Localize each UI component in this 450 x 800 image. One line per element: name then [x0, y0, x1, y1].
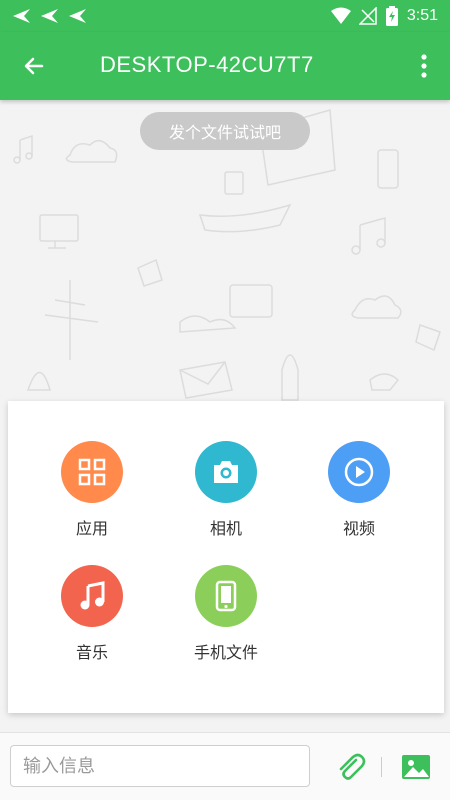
more-vert-icon [421, 54, 427, 78]
input-bar [0, 732, 450, 800]
more-options-button[interactable] [414, 48, 434, 84]
attach-apps-label: 应用 [75, 519, 108, 538]
wifi-icon [330, 7, 351, 24]
phone-icon [215, 580, 237, 612]
back-arrow-icon [24, 57, 44, 75]
paperclip-icon[interactable] [334, 751, 366, 783]
music-circle [61, 565, 123, 627]
apps-grid-icon [78, 458, 106, 486]
attach-phone-files-label: 手机文件 [193, 643, 258, 662]
video-circle [328, 441, 390, 503]
attach-camera[interactable]: 相机 [171, 441, 281, 539]
apps-circle [61, 441, 123, 503]
image-icon[interactable] [400, 751, 432, 783]
status-bar: 3:51 [0, 0, 450, 32]
attach-apps[interactable]: 应用 [37, 441, 147, 539]
music-note-icon [80, 581, 105, 610]
clock: 3:51 [406, 7, 438, 24]
attach-video-label: 视频 [342, 519, 375, 538]
attach-video[interactable]: 视频 [304, 441, 414, 539]
notification-arrow-icon [41, 9, 58, 23]
back-button[interactable] [16, 48, 52, 84]
attach-music-label: 音乐 [75, 643, 108, 662]
no-signal-icon [358, 7, 377, 25]
attach-music[interactable]: 音乐 [37, 565, 147, 663]
camera-icon [214, 461, 238, 483]
input-divider [381, 757, 382, 777]
notification-arrow-icon [69, 9, 86, 23]
phone-files-circle [195, 565, 257, 627]
notification-icons [12, 8, 88, 24]
system-icons: 3:51 [330, 6, 438, 26]
page-title: DESKTOP-42CU7T7 [100, 52, 314, 77]
play-icon [344, 457, 374, 487]
notification-arrow-icon [13, 9, 30, 23]
hint-pill: 发个文件试试吧 [140, 112, 310, 150]
battery-icon [385, 6, 398, 26]
attach-camera-label: 相机 [209, 519, 242, 538]
app-bar: DESKTOP-42CU7T7 [0, 32, 450, 100]
attachment-panel: 应用 相机 视频 音乐 手机文件 [8, 401, 444, 713]
camera-circle [195, 441, 257, 503]
attach-phone-files[interactable]: 手机文件 [171, 565, 281, 663]
message-input[interactable] [10, 745, 310, 787]
